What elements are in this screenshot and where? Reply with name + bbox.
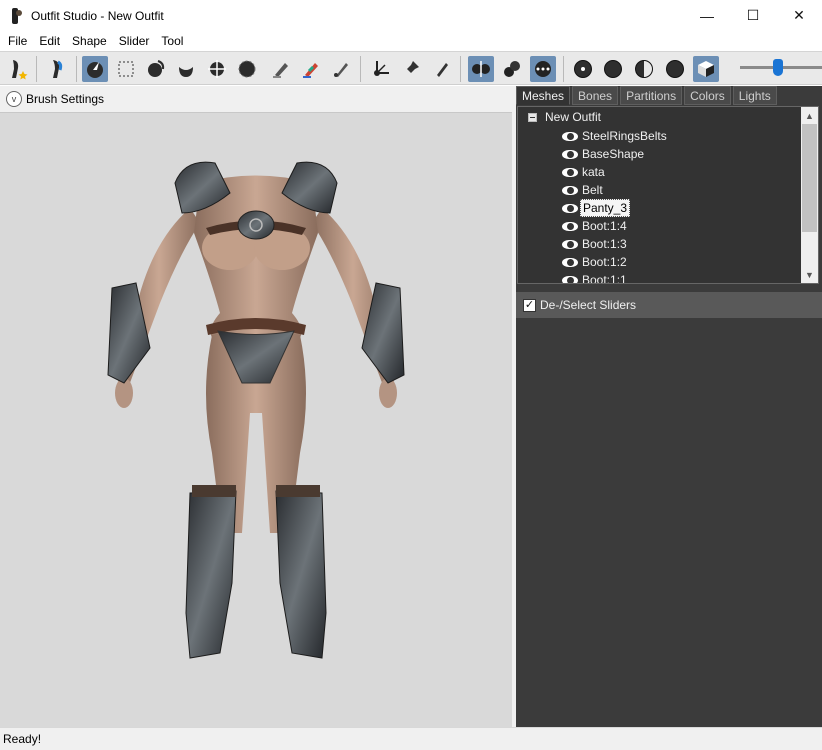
select-brush-icon[interactable] [82, 56, 108, 82]
eye-icon[interactable] [562, 203, 578, 213]
status-text: Ready! [3, 732, 42, 746]
close-button[interactable]: ✕ [776, 0, 822, 31]
brush-size-slider-thumb[interactable] [773, 59, 783, 76]
color-brush-icon[interactable] [298, 56, 324, 82]
scroll-up-icon[interactable]: ▲ [801, 107, 818, 124]
menu-tool[interactable]: Tool [155, 31, 189, 51]
brush-settings-label: Brush Settings [26, 92, 105, 106]
eye-icon[interactable] [562, 149, 578, 159]
connected-mode-icon[interactable] [499, 56, 525, 82]
tree-item[interactable]: Boot:1:4 [562, 217, 669, 235]
eye-icon[interactable] [562, 167, 578, 177]
outfit-model-render [107, 161, 405, 659]
tree-item-label: SteelRingsBelts [582, 129, 667, 143]
tree-item[interactable]: kata [562, 163, 669, 181]
menu-edit[interactable]: Edit [33, 31, 66, 51]
weight-brush-icon[interactable] [268, 56, 294, 82]
tree-item[interactable]: Boot:1:1 [562, 271, 669, 284]
tree-item-label: kata [582, 165, 605, 179]
eye-icon[interactable] [562, 131, 578, 141]
right-panel: Meshes Bones Partitions Colors Lights Ne… [516, 86, 822, 727]
tree-item-label: Boot:1:1 [582, 273, 627, 284]
tree-item-label: Boot:1:2 [582, 255, 627, 269]
maximize-button[interactable]: ☐ [730, 0, 776, 31]
smooth-brush-icon[interactable] [234, 56, 260, 82]
tree-scrollbar[interactable]: ▲ ▼ [801, 107, 818, 283]
transform-icon[interactable] [368, 56, 394, 82]
scrollbar-thumb[interactable] [802, 124, 817, 232]
cube-view-icon[interactable] [693, 56, 719, 82]
tree-item-label: Panty_3 [580, 199, 631, 217]
mirror-mode-icon[interactable] [468, 56, 494, 82]
scroll-down-icon[interactable]: ▼ [801, 266, 818, 283]
3d-viewport[interactable] [0, 112, 512, 727]
brush-size-large-icon[interactable] [662, 56, 688, 82]
brush-size-medium-icon[interactable] [600, 56, 626, 82]
menu-bar: File Edit Shape Slider Tool [0, 31, 822, 51]
select-sliders-checkbox[interactable]: ✓ [523, 298, 536, 312]
menu-slider[interactable]: Slider [113, 31, 156, 51]
tree-item[interactable]: Boot:1:3 [562, 235, 669, 253]
tab-partitions[interactable]: Partitions [620, 86, 683, 105]
pivot-pin-icon[interactable] [398, 56, 424, 82]
alpha-brush-icon[interactable] [328, 56, 354, 82]
new-project-icon[interactable] [4, 56, 30, 82]
mesh-tree[interactable]: New Outfit SteelRingsBelts BaseShape kat… [517, 106, 819, 284]
app-icon [9, 7, 25, 24]
chevron-down-icon[interactable]: v [6, 91, 22, 107]
toolbar [0, 51, 822, 85]
deflate-brush-icon[interactable] [173, 56, 199, 82]
eye-icon[interactable] [562, 257, 578, 267]
brush-size-half-icon[interactable] [631, 56, 657, 82]
move-brush-icon[interactable] [204, 56, 230, 82]
brush-size-small-icon[interactable] [570, 56, 596, 82]
eye-icon[interactable] [562, 221, 578, 231]
tree-item-label: Boot:1:3 [582, 237, 627, 251]
inflate-brush-icon[interactable] [143, 56, 169, 82]
select-sliders-label: De-/Select Sliders [540, 298, 637, 312]
eye-icon[interactable] [562, 185, 578, 195]
reference-shape-icon[interactable] [44, 56, 70, 82]
tree-item[interactable]: Belt [562, 181, 669, 199]
tab-lights[interactable]: Lights [732, 86, 777, 105]
menu-shape[interactable]: Shape [66, 31, 113, 51]
vertex-edit-icon[interactable] [428, 56, 454, 82]
tab-colors[interactable]: Colors [684, 86, 731, 105]
title-bar: Outfit Studio - New Outfit — ☐ ✕ [0, 0, 822, 31]
tree-item-label: Boot:1:4 [582, 219, 627, 233]
mask-brush-icon[interactable] [113, 56, 139, 82]
tree-root-label: New Outfit [545, 110, 602, 124]
status-bar: Ready! [0, 727, 822, 750]
tree-item-label: BaseShape [582, 147, 645, 161]
eye-icon[interactable] [562, 239, 578, 249]
sliders-header[interactable]: ✓ De-/Select Sliders [516, 292, 822, 318]
tree-item[interactable]: Boot:1:2 [562, 253, 669, 271]
eye-icon[interactable] [562, 275, 578, 283]
global-brush-icon[interactable] [530, 56, 556, 82]
tree-item[interactable]: BaseShape [562, 145, 669, 163]
tree-root[interactable]: New Outfit [528, 110, 601, 124]
collapse-icon[interactable] [528, 112, 537, 122]
menu-file[interactable]: File [2, 31, 33, 51]
tree-item-selected[interactable]: Panty_3 [562, 199, 669, 217]
brush-settings-header[interactable]: v Brush Settings [0, 86, 512, 112]
window-title: Outfit Studio - New Outfit [31, 8, 164, 23]
tab-meshes[interactable]: Meshes [516, 86, 571, 105]
tree-item-label: Belt [582, 183, 603, 197]
minimize-button[interactable]: — [684, 0, 730, 31]
tab-bones[interactable]: Bones [572, 86, 619, 105]
tree-item[interactable]: SteelRingsBelts [562, 127, 669, 145]
tab-bar: Meshes Bones Partitions Colors Lights [516, 86, 822, 106]
